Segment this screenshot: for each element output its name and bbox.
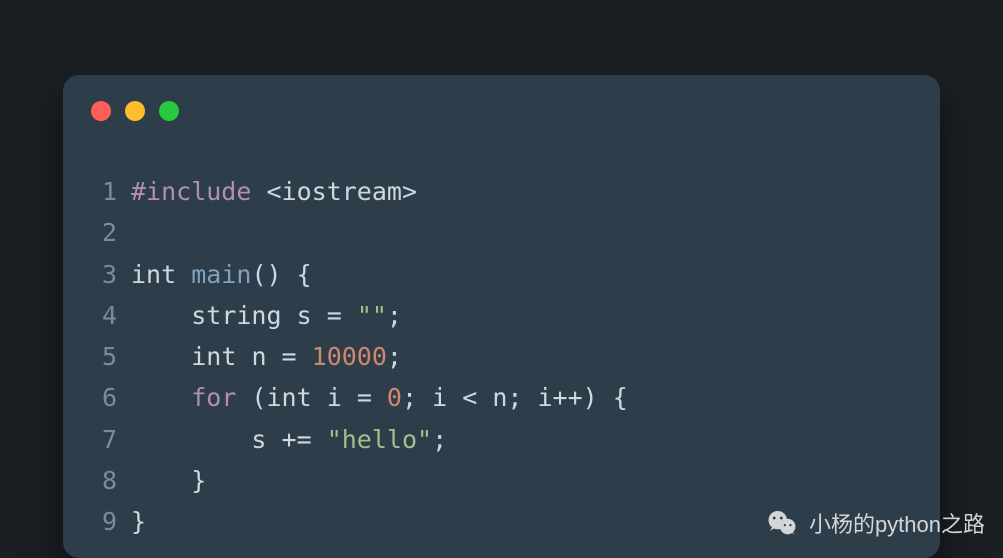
code-token: } (131, 466, 206, 495)
line-content[interactable]: string s = ""; (131, 295, 402, 336)
line-content[interactable]: int main() { (131, 254, 312, 295)
code-token: 10000 (312, 342, 387, 371)
code-token: s (251, 425, 266, 454)
code-line: 3int main() { (63, 254, 940, 295)
line-number: 7 (63, 419, 131, 460)
minimize-icon[interactable] (125, 101, 145, 121)
line-content[interactable]: for (int i = 0; i < n; i++) { (131, 377, 628, 418)
code-token (131, 342, 191, 371)
zoom-icon[interactable] (159, 101, 179, 121)
code-token: int (266, 383, 311, 412)
code-token: int (191, 342, 236, 371)
code-token (282, 301, 297, 330)
code-token: for (191, 383, 236, 412)
code-token (236, 342, 251, 371)
code-line: 1#include <iostream> (63, 171, 940, 212)
code-token: ; (387, 342, 402, 371)
code-token: ; (387, 301, 402, 330)
code-line: 8 } (63, 460, 940, 501)
line-content[interactable]: } (131, 460, 206, 501)
code-line: 7 s += "hello"; (63, 419, 940, 460)
code-token: ; (432, 425, 447, 454)
code-token: = (267, 342, 312, 371)
code-token: s (297, 301, 312, 330)
code-token (251, 177, 266, 206)
line-content[interactable]: } (131, 501, 146, 542)
code-line: 2 (63, 212, 940, 253)
code-token: int (131, 260, 176, 289)
line-content[interactable]: #include <iostream> (131, 171, 417, 212)
code-token: i (537, 383, 552, 412)
code-editor[interactable]: 1#include <iostream>23int main() {4 stri… (63, 147, 940, 542)
line-number: 3 (63, 254, 131, 295)
code-window: 1#include <iostream>23int main() {4 stri… (63, 75, 940, 558)
code-token: "hello" (327, 425, 432, 454)
line-number: 6 (63, 377, 131, 418)
line-content[interactable]: s += "hello"; (131, 419, 447, 460)
code-token (131, 383, 191, 412)
line-number: 9 (63, 501, 131, 542)
window-titlebar (63, 75, 940, 147)
line-number: 4 (63, 295, 131, 336)
code-line: 9} (63, 501, 940, 542)
code-token: () (251, 260, 281, 289)
code-line: 4 string s = ""; (63, 295, 940, 336)
code-token: n (492, 383, 507, 412)
code-line: 6 for (int i = 0; i < n; i++) { (63, 377, 940, 418)
code-token: i (432, 383, 447, 412)
code-token: ; (507, 383, 537, 412)
code-token (176, 260, 191, 289)
code-token (312, 383, 327, 412)
code-token: n (251, 342, 266, 371)
code-token: } (131, 507, 146, 536)
code-token: += (266, 425, 326, 454)
line-content[interactable]: int n = 10000; (131, 336, 402, 377)
code-token: ; (402, 383, 432, 412)
code-token: = (312, 301, 357, 330)
line-number: 2 (63, 212, 131, 253)
close-icon[interactable] (91, 101, 111, 121)
code-token: main (191, 260, 251, 289)
line-number: 8 (63, 460, 131, 501)
line-number: 5 (63, 336, 131, 377)
line-number: 1 (63, 171, 131, 212)
code-token: = (342, 383, 387, 412)
code-token: { (282, 260, 312, 289)
code-token: ) { (583, 383, 628, 412)
code-token: ( (236, 383, 266, 412)
code-token: ++ (553, 383, 583, 412)
code-token: #include (131, 177, 251, 206)
code-line: 5 int n = 10000; (63, 336, 940, 377)
code-token (131, 301, 191, 330)
code-token (131, 425, 251, 454)
code-token: i (327, 383, 342, 412)
code-token: 0 (387, 383, 402, 412)
code-token: <iostream> (266, 177, 417, 206)
code-token: < (447, 383, 492, 412)
code-token: "" (357, 301, 387, 330)
code-token: string (191, 301, 281, 330)
